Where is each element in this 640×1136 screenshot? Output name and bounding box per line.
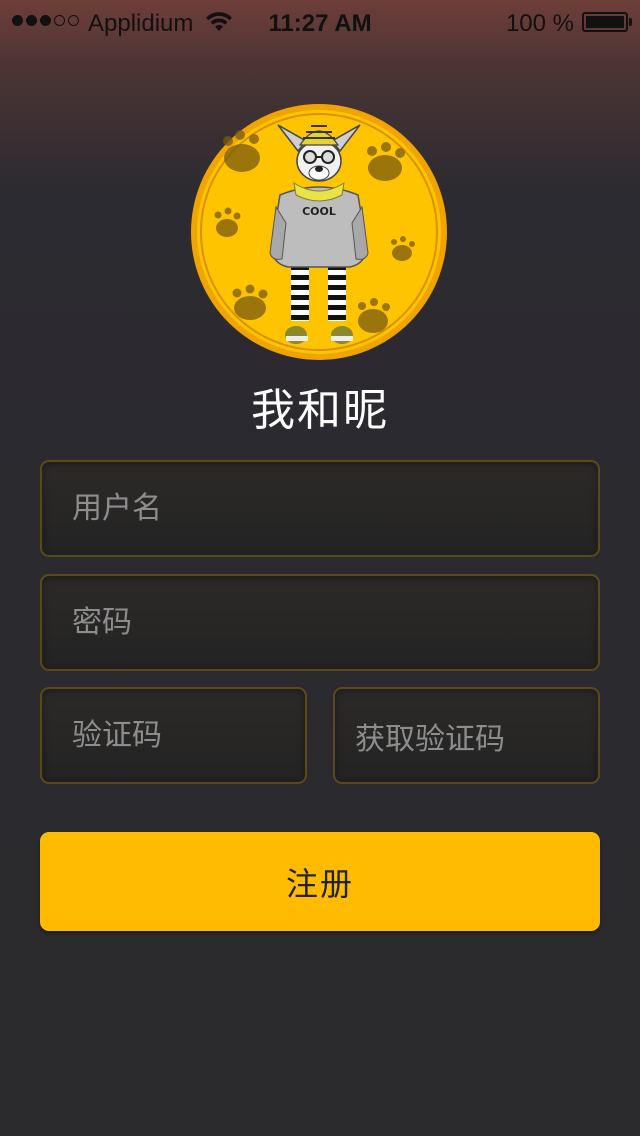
- dog-mascot-avatar: COOL: [191, 104, 447, 360]
- get-code-button[interactable]: 获取验证码: [333, 687, 600, 784]
- battery-icon: [582, 12, 632, 32]
- avatar-shirt-text: COOL: [302, 205, 336, 218]
- register-button[interactable]: 注册: [40, 832, 600, 931]
- get-code-label: 获取验证码: [355, 721, 505, 757]
- status-bar: Applidium 11:27 AM 100 %: [0, 0, 640, 40]
- password-input[interactable]: [72, 605, 598, 640]
- username-input[interactable]: [72, 491, 598, 526]
- username-field[interactable]: [40, 460, 600, 557]
- app-name: 我和昵: [251, 385, 389, 436]
- verification-code-input[interactable]: [72, 718, 305, 753]
- battery-percent: 100 %: [505, 10, 574, 37]
- password-field[interactable]: [40, 574, 600, 671]
- verification-code-field[interactable]: [40, 687, 307, 784]
